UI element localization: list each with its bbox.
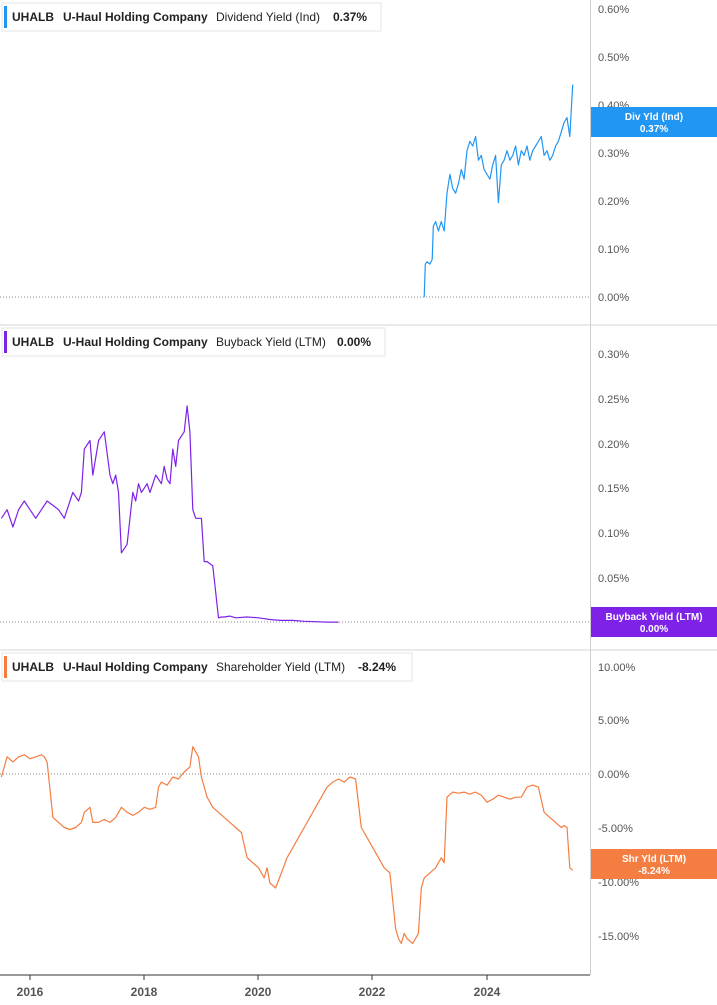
legend-company: U-Haul Holding Company	[63, 660, 208, 674]
buyback-yield-line	[0, 405, 339, 623]
y-tick-label: 0.05%	[598, 573, 629, 585]
legend-company: U-Haul Holding Company	[63, 10, 208, 24]
y-tick-label: 0.20%	[598, 439, 629, 451]
x-axis: 2016 2018 2020 2022 2024	[0, 974, 590, 999]
y-tick-label: 0.50%	[598, 52, 629, 64]
tag-label: Div Yld (Ind)	[625, 112, 683, 123]
legend-metric: Buyback Yield (LTM)	[216, 335, 326, 349]
legend-metric: Dividend Yield (Ind)	[216, 10, 320, 24]
shareholder-yield-line	[0, 746, 574, 945]
buyback-y-axis: 0.30% 0.25% 0.20% 0.15% 0.10% 0.05%	[598, 349, 629, 585]
x-tick-label: 2024	[474, 985, 501, 999]
y-tick-label: -15.00%	[598, 931, 639, 943]
shareholder-end-tag: Shr Yld (LTM) -8.24%	[591, 849, 717, 879]
tag-label: Shr Yld (LTM)	[622, 854, 686, 865]
dividend-end-tag: Div Yld (Ind) 0.37%	[591, 107, 717, 137]
shareholder-legend: UHALB U-Haul Holding Company Shareholder…	[1, 652, 413, 682]
dividend-legend-swatch	[4, 6, 7, 28]
dividend-legend: UHALB U-Haul Holding Company Dividend Yi…	[1, 2, 382, 32]
y-tick-label: 0.00%	[598, 769, 629, 781]
x-tick-label: 2018	[131, 985, 158, 999]
y-tick-label: 0.00%	[598, 292, 629, 304]
dividend-yield-line	[423, 84, 574, 298]
y-tick-label: 0.10%	[598, 528, 629, 540]
legend-value: 0.00%	[337, 335, 371, 349]
x-tick-label: 2022	[359, 985, 386, 999]
y-tick-label: 0.15%	[598, 483, 629, 495]
tag-value: 0.37%	[640, 124, 668, 135]
y-tick-label: 5.00%	[598, 715, 629, 727]
tag-value: 0.00%	[640, 624, 668, 635]
legend-ticker: UHALB	[12, 660, 54, 674]
legend-ticker: UHALB	[12, 10, 54, 24]
buyback-end-tag: Buyback Yield (LTM) 0.00%	[591, 607, 717, 637]
yield-charts: 0.60% 0.50% 0.40% 0.30% 0.20% 0.10% 0.00…	[0, 0, 717, 999]
y-tick-label: 0.25%	[598, 394, 629, 406]
y-tick-label: 0.20%	[598, 196, 629, 208]
shareholder-legend-swatch	[4, 656, 7, 678]
legend-company: U-Haul Holding Company	[63, 335, 208, 349]
buyback-legend: UHALB U-Haul Holding Company Buyback Yie…	[1, 327, 386, 357]
legend-metric: Shareholder Yield (LTM)	[216, 660, 345, 674]
shareholder-y-axis: 10.00% 5.00% 0.00% -5.00% -10.00% -15.00…	[598, 662, 639, 943]
y-tick-label: 0.10%	[598, 244, 629, 256]
x-tick-label: 2020	[245, 985, 272, 999]
y-tick-label: 0.60%	[598, 4, 629, 16]
y-tick-label: 10.00%	[598, 662, 636, 674]
legend-value: -8.24%	[358, 660, 396, 674]
y-tick-label: -5.00%	[598, 823, 633, 835]
dividend-yield-panel: 0.60% 0.50% 0.40% 0.30% 0.20% 0.10% 0.00…	[0, 2, 717, 304]
y-tick-label: 0.30%	[598, 349, 629, 361]
dividend-y-axis: 0.60% 0.50% 0.40% 0.30% 0.20% 0.10% 0.00…	[598, 4, 629, 304]
tag-value: -8.24%	[638, 866, 670, 877]
tag-label: Buyback Yield (LTM)	[605, 612, 702, 623]
buyback-yield-panel: 0.30% 0.25% 0.20% 0.15% 0.10% 0.05% UHAL…	[0, 327, 717, 637]
buyback-legend-swatch	[4, 331, 7, 353]
y-tick-label: 0.30%	[598, 148, 629, 160]
shareholder-yield-panel: 10.00% 5.00% 0.00% -5.00% -10.00% -15.00…	[0, 652, 717, 945]
x-tick-label: 2016	[17, 985, 44, 999]
legend-ticker: UHALB	[12, 335, 54, 349]
legend-value: 0.37%	[333, 10, 367, 24]
